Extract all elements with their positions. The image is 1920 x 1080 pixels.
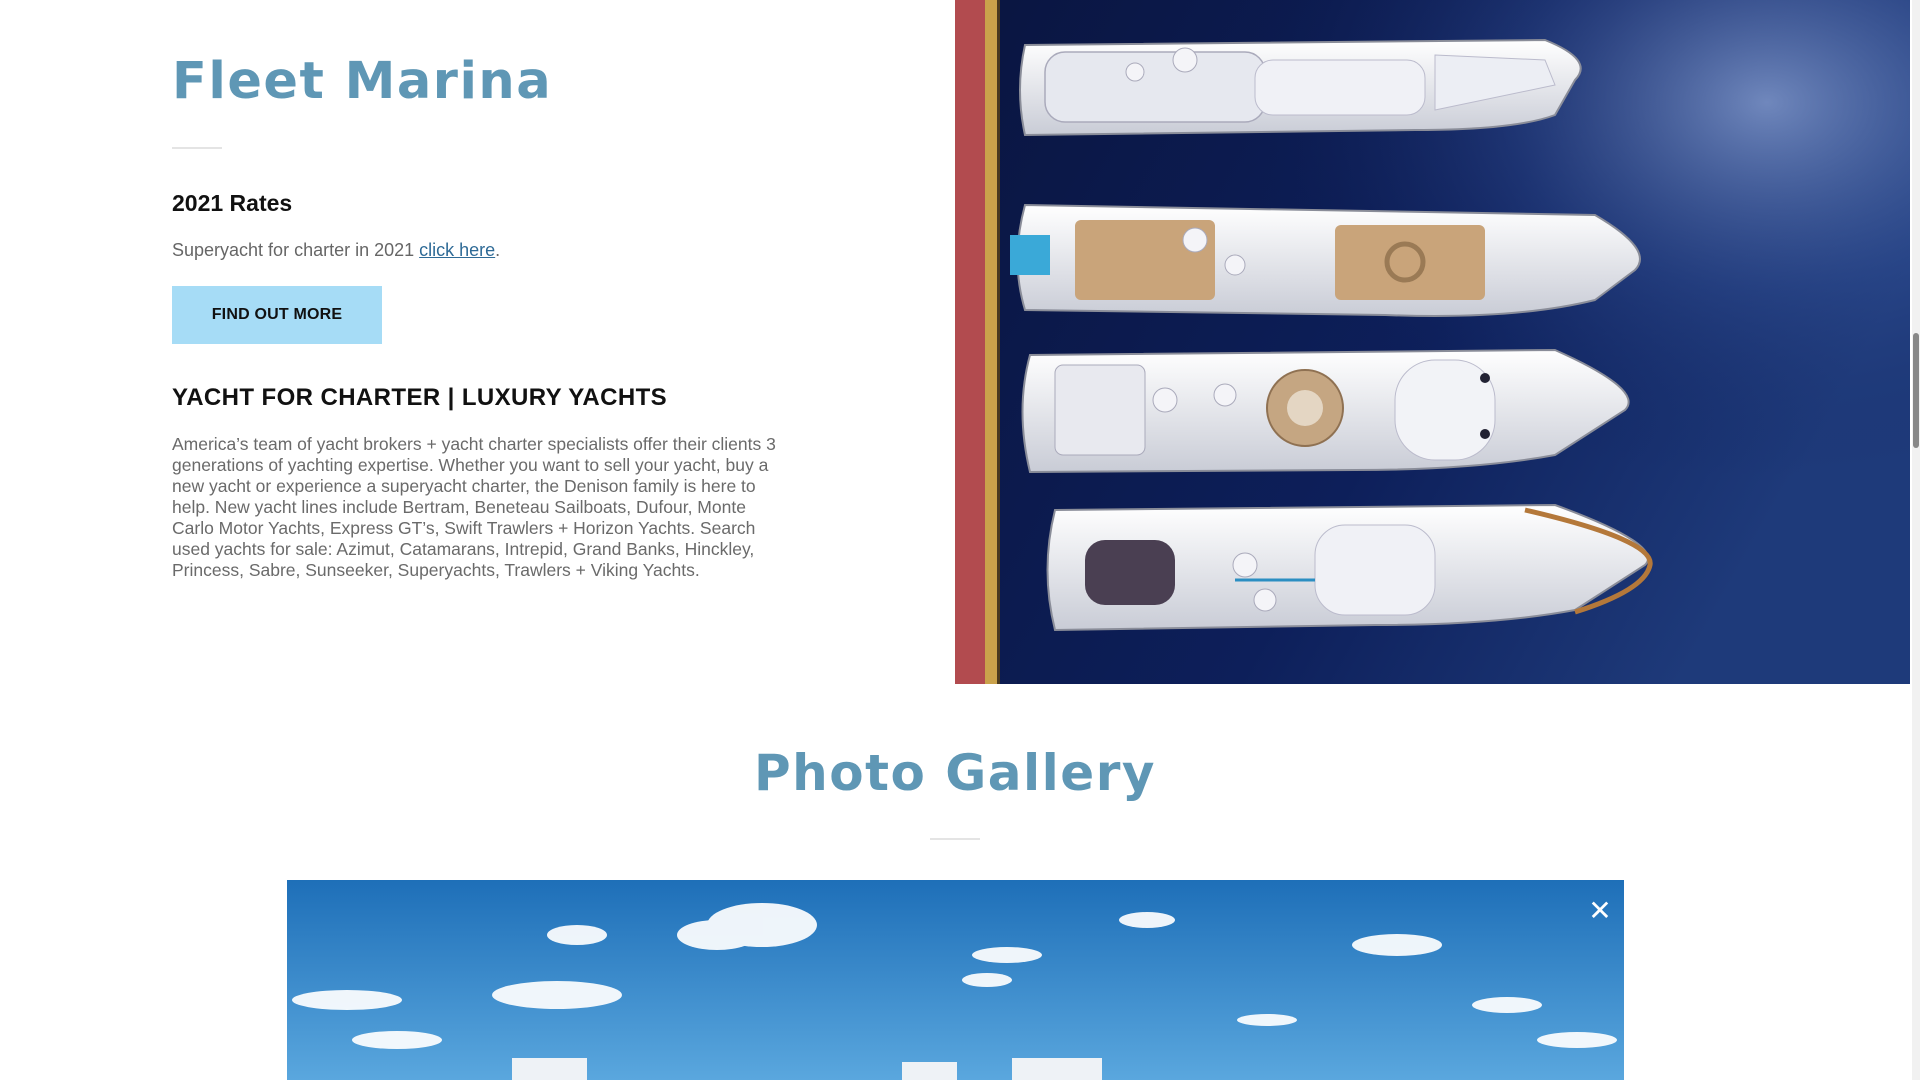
charter-heading: YACHT FOR CHARTER | LUXURY YACHTS [172, 384, 668, 411]
yacht-2 [1010, 203, 1641, 317]
find-out-more-button[interactable]: FIND OUT MORE [172, 286, 382, 344]
gallery-title: Photo Gallery [754, 744, 1156, 802]
rates-heading: 2021 Rates [172, 190, 293, 216]
yacht-3 [1021, 348, 1630, 474]
rates-text-end: . [495, 240, 501, 260]
yacht-4 [1046, 503, 1653, 632]
charter-description: America’s team of yacht brokers + yacht … [172, 434, 776, 580]
rates-text-label: Superyacht for charter in 2021 [172, 240, 420, 260]
close-icon[interactable]: ✕ [1585, 896, 1615, 926]
gallery-sky-illustration [287, 880, 1624, 1080]
rates-link[interactable]: click here [419, 240, 495, 260]
scrollbar-thumb[interactable] [1913, 333, 1919, 448]
gallery-photo[interactable]: ✕ [287, 880, 1624, 1080]
gallery-divider [930, 838, 980, 840]
rates-text: Superyacht for charter in 2021 click her… [172, 240, 500, 261]
marina-aerial-image [955, 0, 1910, 684]
yacht-1 [1019, 38, 1582, 137]
title-divider [172, 147, 222, 149]
marina-aerial-illustration [955, 0, 1910, 684]
page-scrollbar[interactable] [1912, 0, 1920, 1080]
page-title: Fleet Marina [172, 52, 553, 111]
